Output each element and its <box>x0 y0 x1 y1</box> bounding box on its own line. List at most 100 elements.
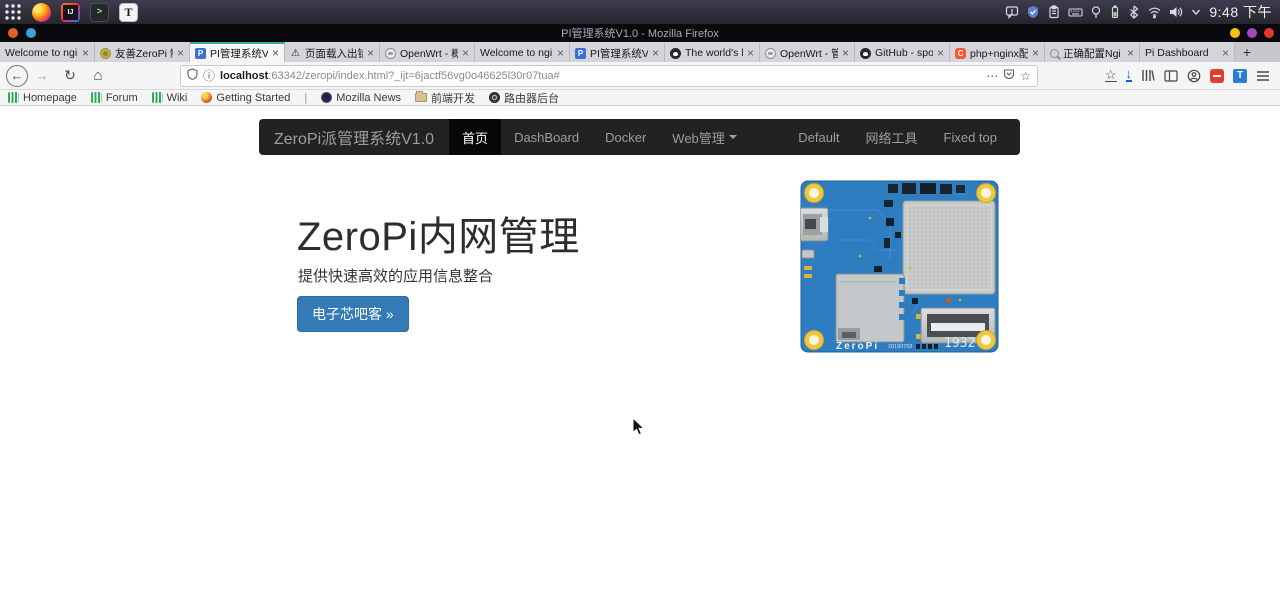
page-actions-icon[interactable]: ⋯ <box>986 69 998 83</box>
reload-button[interactable]: ↻ <box>60 67 80 84</box>
browser-tab[interactable]: GitHub - spo × <box>855 42 950 62</box>
browser-tab[interactable]: 友善ZeroPi 制 × <box>95 42 190 62</box>
tab-favicon-github <box>860 48 871 59</box>
home-button[interactable]: ⌂ <box>88 67 108 84</box>
tracking-shield-icon[interactable] <box>187 67 198 85</box>
bookmark-label: Wiki <box>167 92 188 104</box>
tab-title: 页面载入出错 <box>305 46 363 61</box>
desktop-top-panel: IJ > T <box>0 0 1280 24</box>
downloads-icon[interactable]: ↓ <box>1126 69 1133 82</box>
bookmark-frontend-folder[interactable]: 前端开发 <box>415 90 475 106</box>
chevron-down-icon[interactable] <box>1190 6 1202 18</box>
tab-close-icon[interactable]: × <box>652 47 659 59</box>
browser-toolbar: ← → ↻ ⌂ ⓘ localhost:63342/zeropi/index.h… <box>0 62 1280 90</box>
intellij-icon[interactable]: IJ <box>61 3 80 22</box>
nav-link-network-tools[interactable]: 网络工具 <box>853 119 931 155</box>
echipbk-button[interactable]: 电子芯吧客 » <box>297 296 409 332</box>
new-tab-button[interactable]: + <box>1235 42 1259 62</box>
bookmark-forum[interactable]: Forum <box>91 92 138 104</box>
bulb-icon[interactable] <box>1090 5 1102 19</box>
tab-close-icon[interactable]: × <box>557 47 564 59</box>
clipboard-icon[interactable] <box>1047 5 1061 19</box>
minimize-button[interactable] <box>1230 28 1240 38</box>
tab-close-icon[interactable]: × <box>937 47 944 59</box>
wifi-icon[interactable] <box>1147 5 1162 19</box>
account-icon[interactable] <box>1187 69 1201 83</box>
keyboard-icon[interactable] <box>1068 5 1083 19</box>
pocket-icon[interactable] <box>1003 67 1015 85</box>
tab-close-icon[interactable]: × <box>82 47 89 59</box>
tab-close-icon[interactable]: × <box>1127 47 1134 59</box>
terminal-icon[interactable]: > <box>90 3 109 22</box>
tab-close-icon[interactable]: × <box>462 47 469 59</box>
window-titlebar: PI管理系统V1.0 - Mozilla Firefox <box>0 24 1280 42</box>
bookmark-label: Homepage <box>23 92 77 104</box>
forward-button[interactable]: → <box>32 68 52 83</box>
bookmark-label: Getting Started <box>216 92 290 104</box>
extension-red-icon[interactable] <box>1210 69 1224 83</box>
close-button[interactable] <box>1264 28 1274 38</box>
site-info-icon[interactable]: ⓘ <box>203 67 215 84</box>
tab-close-icon[interactable]: × <box>747 47 754 59</box>
tab-close-icon[interactable]: × <box>177 47 184 59</box>
bookmark-homepage[interactable]: Homepage <box>8 92 77 104</box>
tab-favicon-pi-app: P <box>195 48 206 59</box>
extension-star-icon[interactable]: ☆ <box>1105 69 1117 82</box>
notification-icon[interactable] <box>1005 5 1019 19</box>
extension-t-icon[interactable]: T <box>1233 69 1247 83</box>
bookmark-star-icon[interactable]: ☆ <box>1020 69 1031 83</box>
browser-tab[interactable]: OpenWrt - 概 × <box>380 42 475 62</box>
bluetooth-icon[interactable] <box>1128 5 1140 19</box>
browser-tab[interactable]: 正确配置Ngi × <box>1045 42 1140 62</box>
firefox-icon[interactable] <box>32 3 51 22</box>
nav-link-docker[interactable]: Docker <box>592 119 659 155</box>
tab-close-icon[interactable]: × <box>367 47 374 59</box>
browser-tab-active[interactable]: P PI管理系统V1 × <box>190 42 285 62</box>
tab-favicon-openwrt <box>765 48 776 59</box>
browser-tab[interactable]: Welcome to ngi × <box>0 42 95 62</box>
nav-link-default[interactable]: Default <box>785 119 852 155</box>
browser-tab[interactable]: C php+nginx配 × <box>950 42 1045 62</box>
tab-close-icon[interactable]: × <box>842 47 849 59</box>
app-grid-icon[interactable] <box>3 3 22 22</box>
nav-link-home[interactable]: 首页 <box>449 119 501 155</box>
url-text[interactable]: localhost:63342/zeropi/index.html?_ijt=6… <box>220 70 981 82</box>
globe-icon <box>321 92 332 103</box>
shield-icon[interactable] <box>1026 5 1040 19</box>
browser-tab[interactable]: The world's l × <box>665 42 760 62</box>
bookmark-getting-started[interactable]: Getting Started <box>201 92 290 104</box>
board-code-text: 1932 <box>944 336 975 351</box>
url-bar[interactable]: ⓘ localhost:63342/zeropi/index.html?_ijt… <box>180 65 1038 87</box>
maximize-button[interactable] <box>1247 28 1257 38</box>
site-brand[interactable]: ZeroPi派管理系统V1.0 <box>259 119 449 155</box>
browser-tab[interactable]: Welcome to ngi × <box>475 42 570 62</box>
friendlyarm-icon <box>152 92 163 103</box>
volume-icon[interactable] <box>1169 5 1183 19</box>
battery-icon[interactable] <box>1109 5 1121 19</box>
back-button[interactable]: ← <box>6 65 28 87</box>
library-icon[interactable] <box>1141 69 1155 82</box>
nav-link-web-admin[interactable]: Web管理 <box>659 119 750 155</box>
menu-hamburger-icon[interactable] <box>1256 70 1270 82</box>
bookmark-mozilla-news[interactable]: Mozilla News <box>321 92 401 104</box>
browser-tab[interactable]: P PI管理系统V1 × <box>570 42 665 62</box>
nav-link-fixed-top[interactable]: Fixed top <box>931 119 1010 155</box>
tab-title: The world's l <box>685 47 743 59</box>
typora-icon[interactable]: T <box>119 3 138 22</box>
tab-close-icon[interactable]: × <box>272 47 279 59</box>
tab-title: Pi Dashboard <box>1145 47 1218 59</box>
tab-favicon-warning: ⚠ <box>290 48 301 59</box>
clock[interactable]: 9:48 下午 <box>1209 2 1272 22</box>
browser-tab[interactable]: Pi Dashboard × <box>1140 42 1235 62</box>
tab-close-icon[interactable]: × <box>1222 47 1229 59</box>
browser-tab[interactable]: OpenWrt - 管 × <box>760 42 855 62</box>
nav-link-dashboard[interactable]: DashBoard <box>501 119 592 155</box>
bookmark-router-admin[interactable]: 路由器后台 <box>489 90 559 106</box>
tab-close-icon[interactable]: × <box>1032 47 1039 59</box>
bookmark-wiki[interactable]: Wiki <box>152 92 188 104</box>
chevron-down-icon <box>729 135 737 139</box>
browser-tab[interactable]: ⚠ 页面载入出错 × <box>285 42 380 62</box>
bookmarks-separator: | <box>304 92 307 104</box>
page-title: ZeroPi内网管理 <box>297 204 580 262</box>
sidebar-toggle-icon[interactable] <box>1164 70 1178 82</box>
